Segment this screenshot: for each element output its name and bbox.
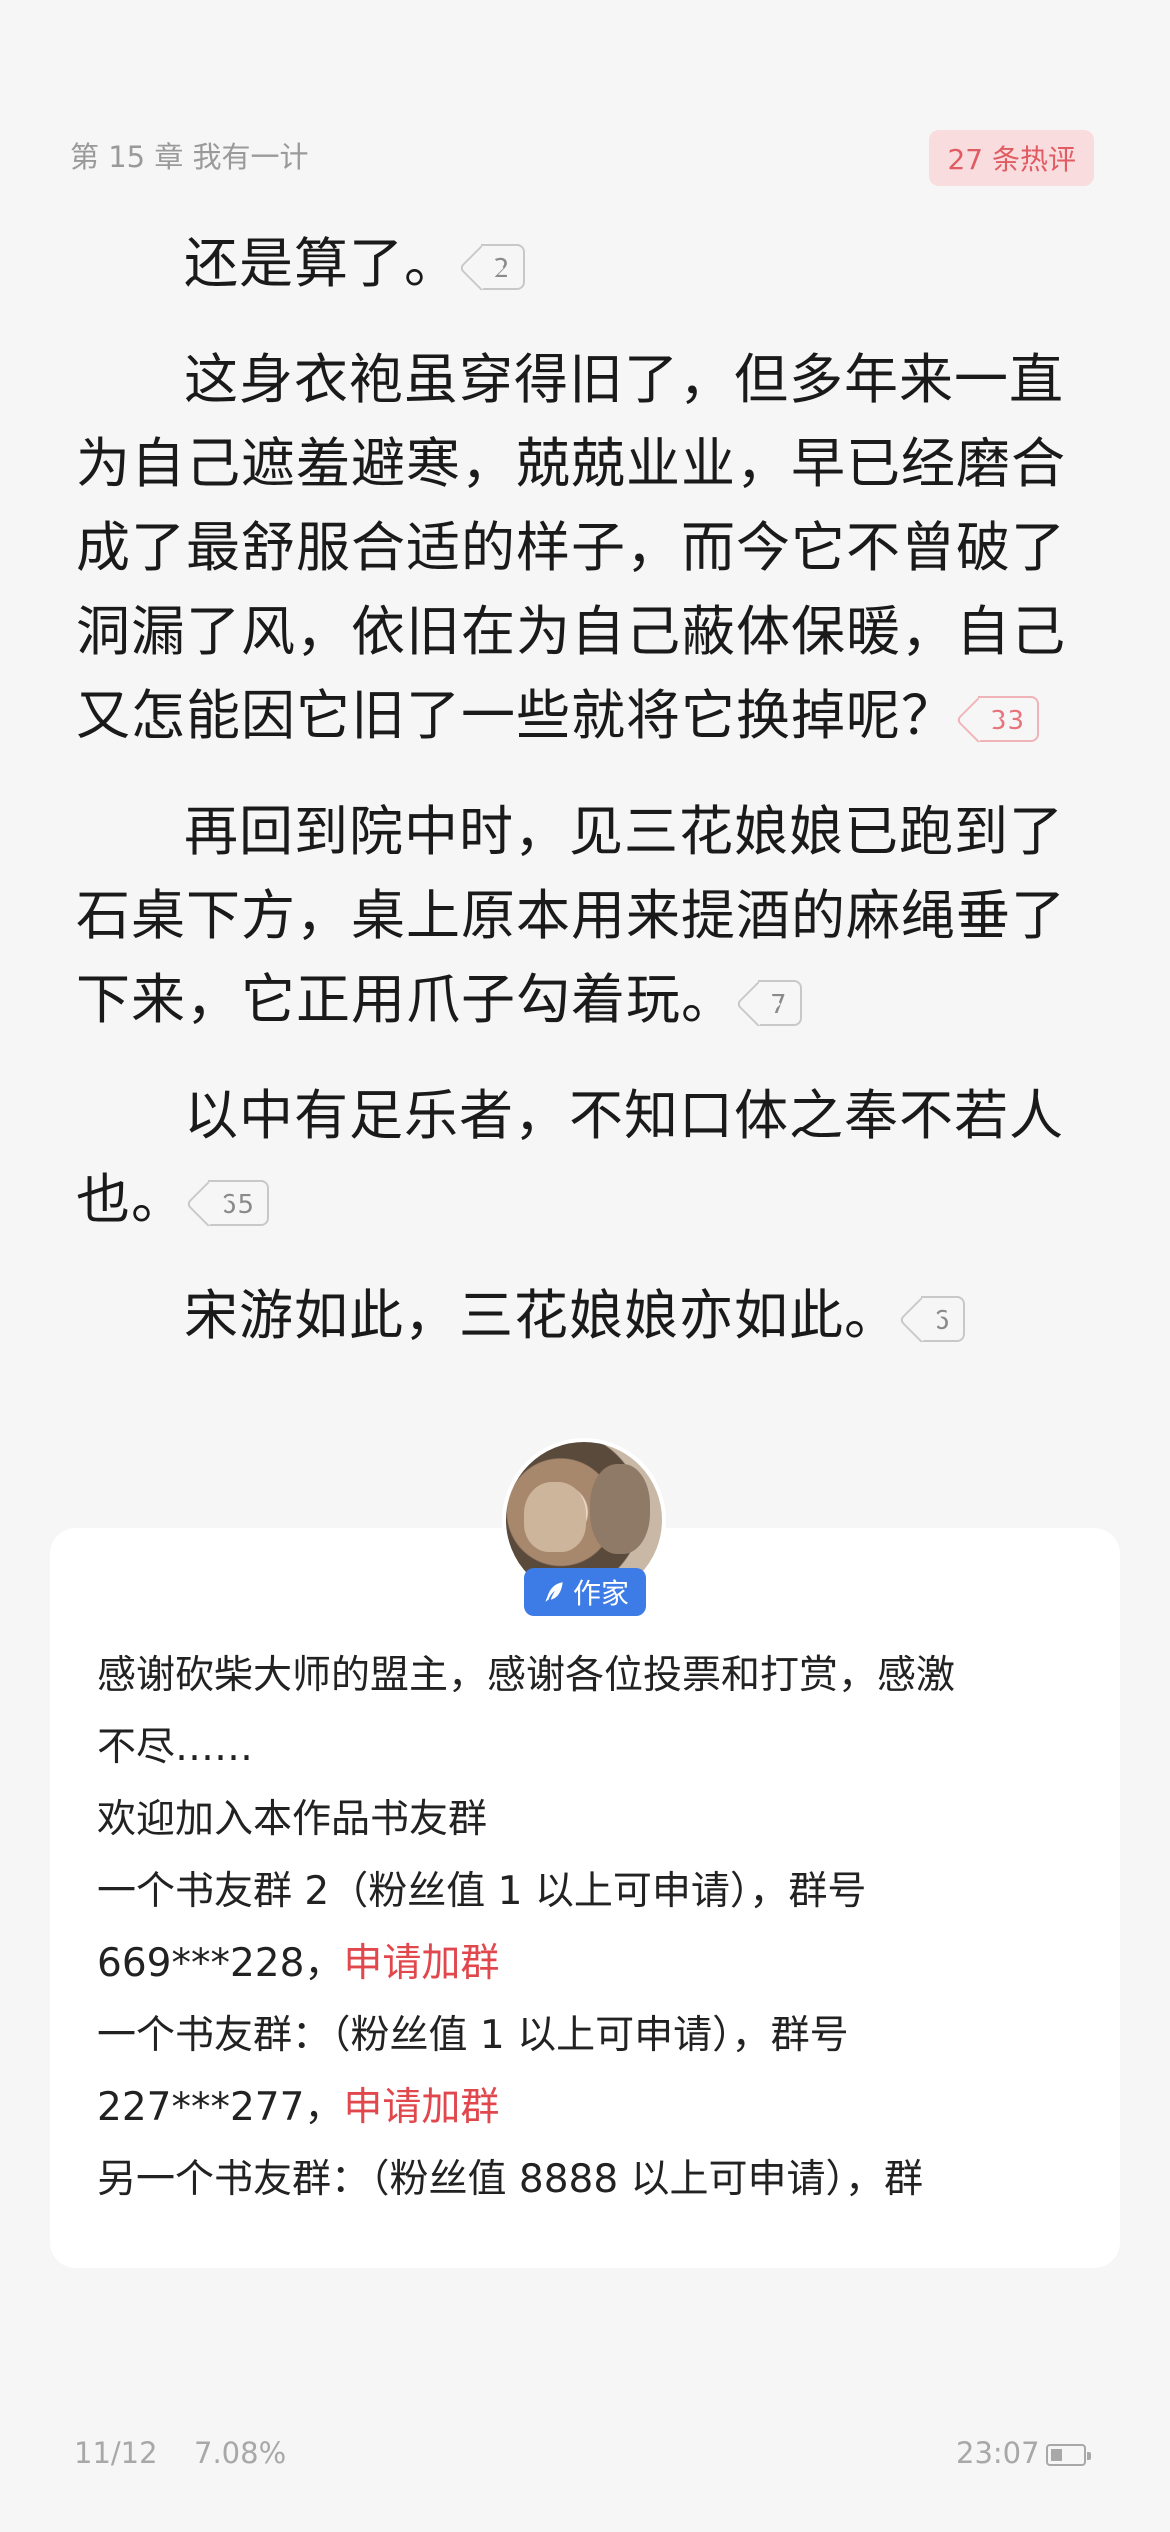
chapter-title: 第 15 章 我有一计 <box>70 140 309 174</box>
author-note-line: 一个书友群 2（粉丝值 1 以上可申请），群号 <box>97 1869 867 1914</box>
paragraph-comment-bubble[interactable]: 2 <box>481 244 525 291</box>
author-badge: 作家 <box>524 1568 646 1616</box>
author-note-line: 227***277，申请加群 <box>97 2072 1057 2144</box>
author-note-line: 一个书友群：（粉丝值 1 以上可申请），群号 <box>97 2013 849 2058</box>
hot-comments-badge[interactable]: 27 条热评 <box>929 130 1094 186</box>
page-indicator: 11/12 <box>74 2436 158 2470</box>
author-note-line: 不尽…… <box>97 1725 254 1770</box>
paragraph-comment-bubble[interactable]: 33 <box>978 696 1040 743</box>
paragraph-comment-bubble[interactable]: 7 <box>758 980 802 1027</box>
paragraph-comment-bubble[interactable]: 6 <box>921 1296 965 1343</box>
group-number: 669***228， <box>97 1941 344 1986</box>
paragraph-comment-bubble[interactable]: 65 <box>208 1180 270 1227</box>
paragraph-text: 宋游如此，三花娘娘亦如此。 <box>184 1284 899 1347</box>
battery-level-fill <box>1051 2449 1062 2461</box>
author-note-text: 感谢砍柴大师的盟主，感谢各位投票和打赏，感激 不尽…… 欢迎加入本作品书友群 一… <box>97 1640 1057 2216</box>
author-note-line: 669***228，申请加群 <box>97 1928 1057 2000</box>
paragraph: 以中有足乐者，不知口体之奉不若人也。 65 <box>76 1074 1094 1242</box>
clock-time: 23:07 <box>956 2436 1040 2470</box>
apply-join-group-link[interactable]: 申请加群 <box>343 1941 499 1986</box>
author-note-line: 另一个书友群：（粉丝值 8888 以上可申请），群 <box>97 2157 924 2202</box>
paragraph-text: 还是算了。 <box>184 232 459 295</box>
apply-join-group-link[interactable]: 申请加群 <box>343 2085 499 2130</box>
group-number: 227***277， <box>97 2085 344 2130</box>
reading-progress: 7.08% <box>194 2436 287 2470</box>
paragraph: 再回到院中时，见三花娘娘已跑到了石桌下方，桌上原本用来提酒的麻绳垂了下来，它正用… <box>76 790 1094 1042</box>
paragraph: 宋游如此，三花娘娘亦如此。 6 <box>76 1274 1094 1358</box>
author-note-line: 欢迎加入本作品书友群 <box>97 1797 488 1842</box>
paragraph: 这身衣袍虽穿得旧了，但多年来一直为自己遮羞避寒，兢兢业业，早已经磨合成了最舒服合… <box>76 338 1094 758</box>
paragraph-text: 这身衣袍虽穿得旧了，但多年来一直为自己遮羞避寒，兢兢业业，早已经磨合成了最舒服合… <box>76 348 1066 747</box>
avatar-cat-shape <box>524 1482 586 1552</box>
battery-icon <box>1046 2444 1091 2466</box>
author-note-line: 感谢砍柴大师的盟主，感谢各位投票和打赏，感激 <box>97 1653 956 1698</box>
reading-content: 还是算了。 2 这身衣袍虽穿得旧了，但多年来一直为自己遮羞避寒，兢兢业业，早已经磨… <box>76 222 1094 1390</box>
avatar-cat-shape <box>590 1464 650 1554</box>
author-badge-label: 作家 <box>572 1577 629 1610</box>
quill-icon <box>545 1582 563 1602</box>
paragraph: 还是算了。 2 <box>76 222 1094 306</box>
paragraph-text: 再回到院中时，见三花娘娘已跑到了石桌下方，桌上原本用来提酒的麻绳垂了下来，它正用… <box>76 800 1066 1031</box>
